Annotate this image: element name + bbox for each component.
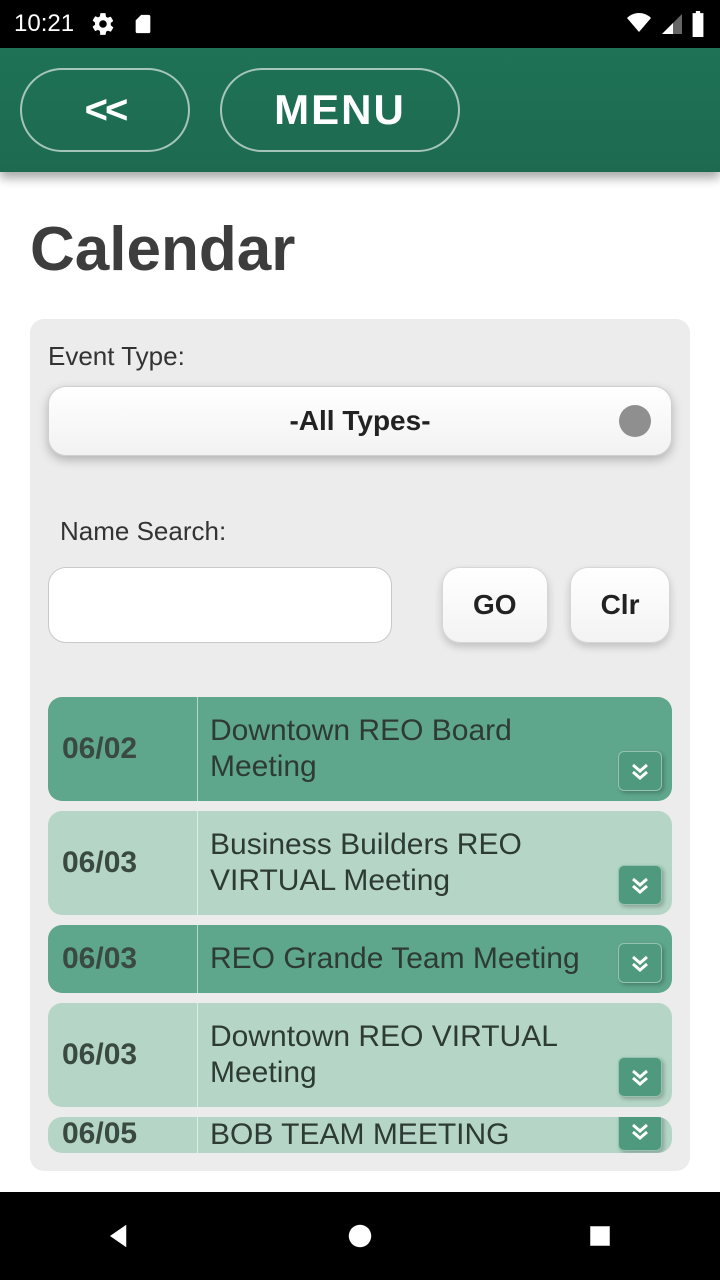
event-row[interactable]: 06/03Downtown REO VIRTUAL Meeting <box>48 1003 672 1107</box>
event-row[interactable]: 06/03REO Grande Team Meeting <box>48 925 672 993</box>
event-row[interactable]: 06/03Business Builders REO VIRTUAL Meeti… <box>48 811 672 915</box>
page-title: Calendar <box>30 214 690 285</box>
event-date: 06/05 <box>48 1117 198 1153</box>
event-date: 06/03 <box>48 811 198 915</box>
cell-signal-icon <box>660 12 684 36</box>
expand-icon[interactable] <box>618 943 662 983</box>
name-search-input[interactable] <box>48 567 392 643</box>
menu-button[interactable]: MENU <box>220 68 460 152</box>
back-button[interactable]: << <box>20 68 190 152</box>
event-type-label: Event Type: <box>48 341 672 372</box>
system-nav-bar <box>0 1192 720 1280</box>
event-title: Downtown REO VIRTUAL Meeting <box>198 1003 672 1107</box>
nav-back-button[interactable] <box>97 1213 143 1259</box>
status-time: 10:21 <box>14 10 74 38</box>
expand-icon[interactable] <box>618 751 662 791</box>
go-button[interactable]: GO <box>442 567 548 643</box>
event-row[interactable]: 06/02Downtown REO Board Meeting <box>48 697 672 801</box>
expand-icon[interactable] <box>618 1057 662 1097</box>
expand-icon[interactable] <box>618 865 662 905</box>
nav-home-button[interactable] <box>337 1213 383 1259</box>
page-content: Calendar Event Type: -All Types- Name Se… <box>0 172 720 1171</box>
wifi-icon <box>624 12 654 36</box>
event-date: 06/02 <box>48 697 198 801</box>
event-type-value: -All Types- <box>289 405 430 437</box>
status-bar: 10:21 <box>0 0 720 48</box>
event-date: 06/03 <box>48 1003 198 1107</box>
clear-button[interactable]: Clr <box>570 567 671 643</box>
event-title: REO Grande Team Meeting <box>198 925 672 993</box>
event-date: 06/03 <box>48 925 198 993</box>
name-search-label: Name Search: <box>60 516 672 547</box>
event-list: 06/02Downtown REO Board Meeting06/03Busi… <box>48 697 672 1153</box>
sd-card-icon <box>132 11 154 37</box>
filter-panel: Event Type: -All Types- Name Search: GO … <box>30 319 690 1171</box>
event-type-select[interactable]: -All Types- <box>48 386 672 456</box>
event-title: Business Builders REO VIRTUAL Meeting <box>198 811 672 915</box>
nav-recent-button[interactable] <box>577 1213 623 1259</box>
battery-icon <box>690 11 706 37</box>
event-title: BOB TEAM MEETING <box>198 1117 672 1153</box>
gear-icon <box>90 11 116 37</box>
dropdown-dot-icon <box>619 405 651 437</box>
event-row[interactable]: 06/05BOB TEAM MEETING <box>48 1117 672 1153</box>
expand-icon[interactable] <box>618 1117 662 1151</box>
app-header: << MENU <box>0 48 720 172</box>
event-title: Downtown REO Board Meeting <box>198 697 672 801</box>
